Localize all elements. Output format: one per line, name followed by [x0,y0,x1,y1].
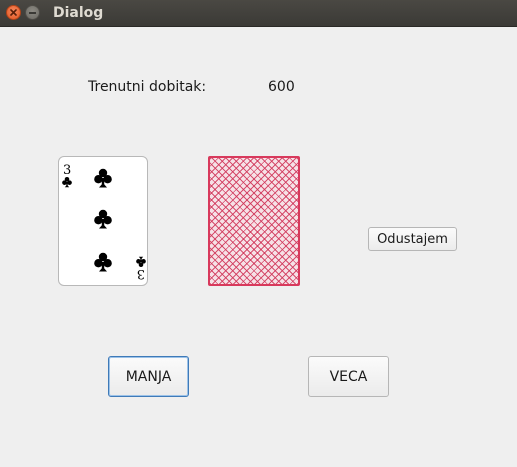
minimize-icon[interactable] [25,5,40,20]
card-face-art: 3 3 [62,163,146,281]
rank-bottom-label: 3 [137,266,145,281]
three-of-clubs-card: 3 3 [58,156,148,286]
face-down-card [208,156,300,286]
title-bar: Dialog [0,0,517,27]
club-small-bottom-icon [136,256,146,268]
club-pip-middle-icon [94,209,112,229]
window-title: Dialog [53,5,104,21]
winnings-value: 600 [268,79,295,95]
winnings-label: Trenutni dobitak: [88,79,207,95]
lower-button[interactable]: MANJA [108,356,189,397]
higher-button[interactable]: VECA [308,356,389,397]
club-pip-bottom-icon [94,252,112,272]
quit-button[interactable]: Odustajem [368,227,457,251]
club-pip-top-icon [94,168,112,188]
close-x-glyph [10,9,17,16]
rank-top-label: 3 [63,163,71,178]
close-icon[interactable] [6,5,21,20]
club-small-top-icon [62,176,72,188]
